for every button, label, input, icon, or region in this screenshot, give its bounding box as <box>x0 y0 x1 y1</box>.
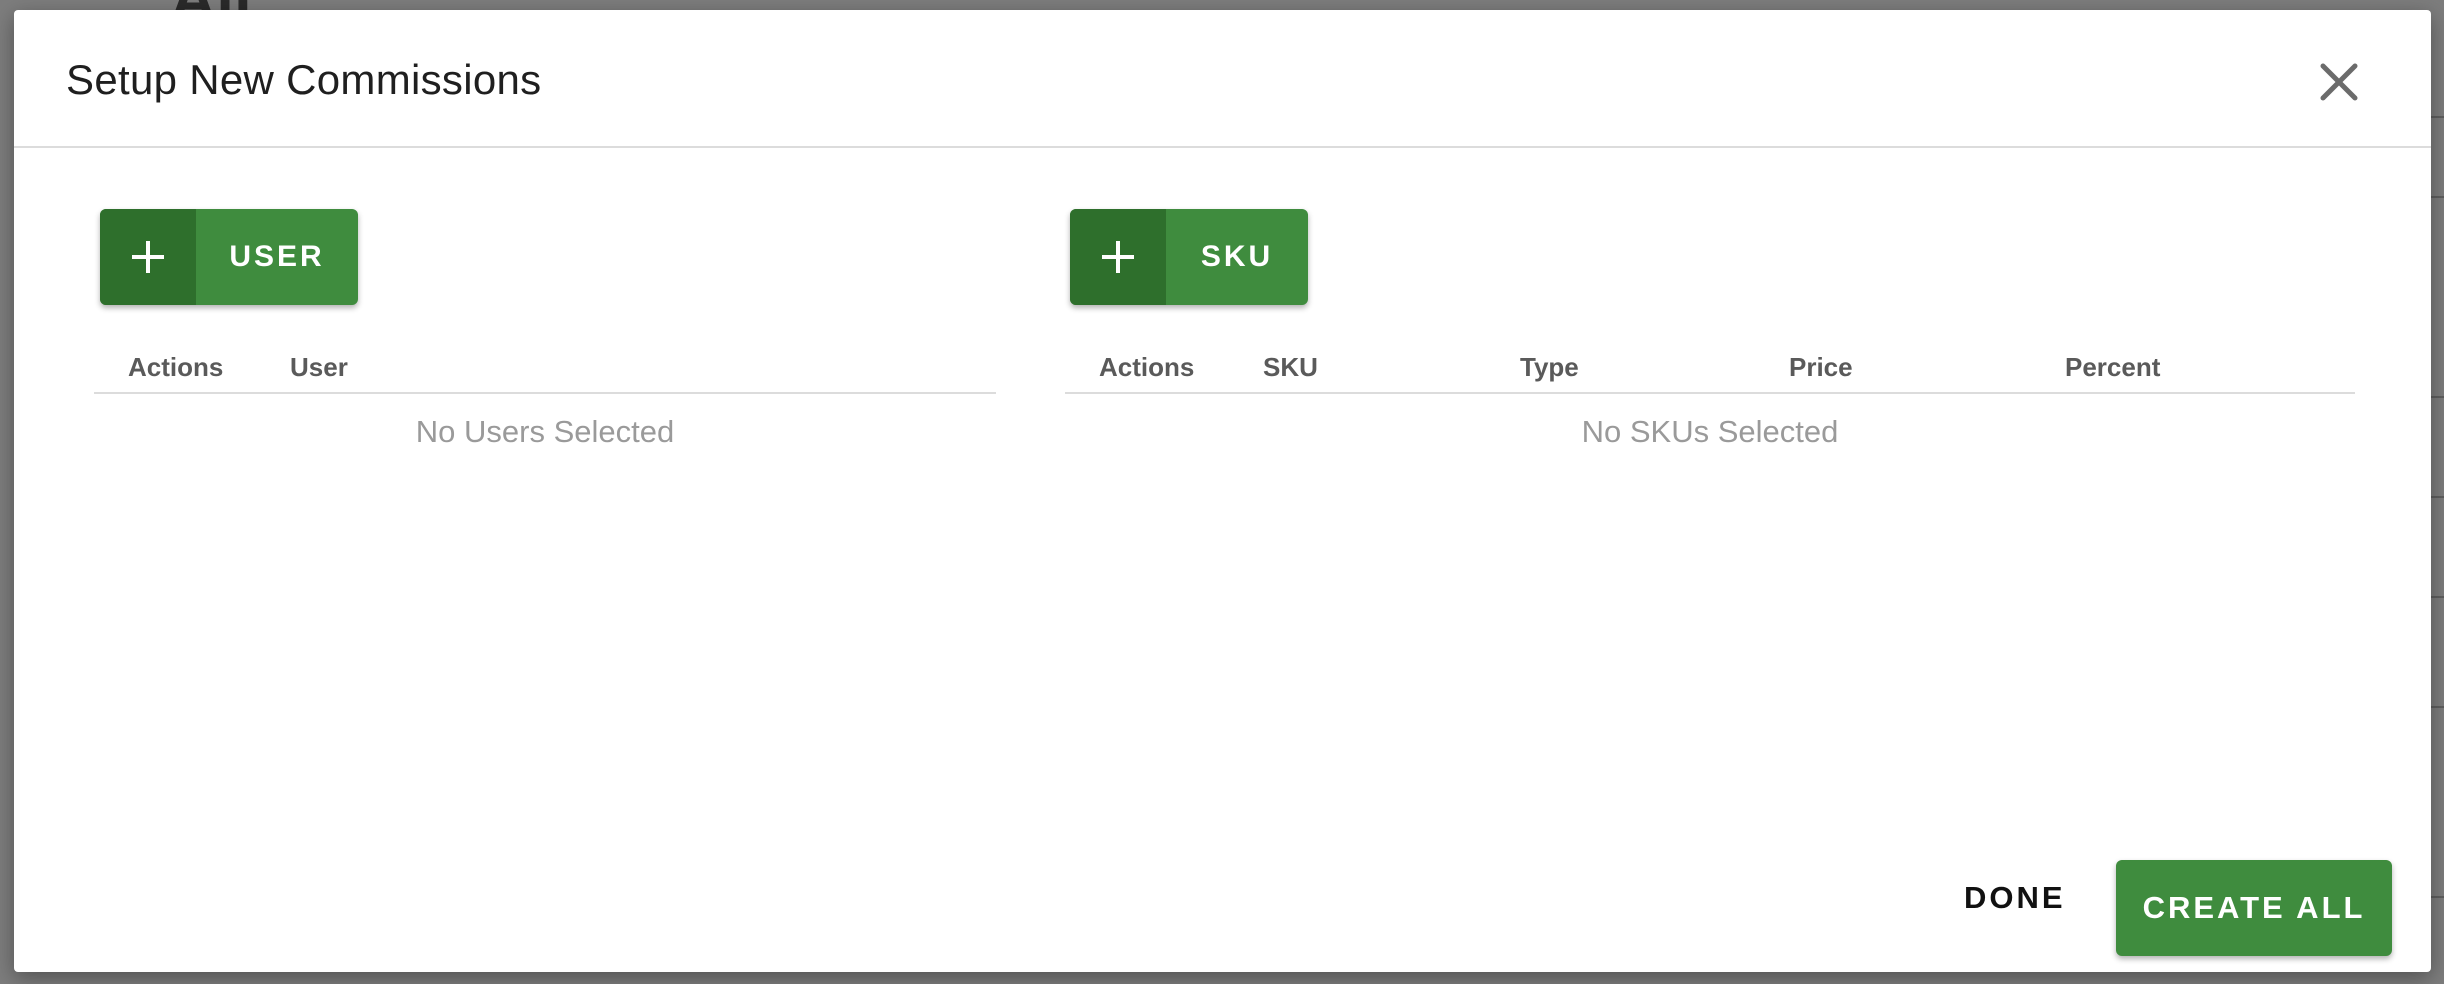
column-header-user: User <box>290 352 348 382</box>
close-icon[interactable] <box>2317 60 2361 104</box>
users-table: Actions User No Users Selected <box>94 340 996 450</box>
skus-empty-message: No SKUs Selected <box>1581 414 1839 449</box>
background-divider <box>2430 896 2444 898</box>
add-sku-button[interactable]: SKU <box>1070 209 1308 305</box>
dialog-header: Setup New Commissions <box>14 10 2431 148</box>
add-sku-label: SKU <box>1200 240 1274 273</box>
users-empty-message: No Users Selected <box>415 414 675 449</box>
done-button[interactable]: DONE <box>1964 880 2066 916</box>
column-header-actions: Actions <box>1099 352 1195 382</box>
background-divider <box>2430 116 2444 118</box>
column-header-sku: SKU <box>1263 352 1318 382</box>
skus-table: Actions SKU Type Price Percent No SKUs S… <box>1065 340 2355 450</box>
skus-table-header: Actions SKU Type Price Percent <box>1065 340 2355 394</box>
column-header-actions: Actions <box>128 352 224 382</box>
background-divider <box>2430 706 2444 708</box>
background-divider <box>2430 396 2444 398</box>
background-divider <box>2430 596 2444 598</box>
create-all-button[interactable]: CREATE ALL <box>2116 860 2392 956</box>
column-header-percent: Percent <box>2065 352 2161 382</box>
add-user-label: USER <box>229 240 325 273</box>
plus-icon <box>100 209 196 305</box>
setup-commissions-dialog: Setup New Commissions USER SKU Actions U… <box>14 10 2431 972</box>
plus-icon <box>1070 209 1166 305</box>
users-table-header: Actions User <box>94 340 996 394</box>
background-divider <box>2430 196 2444 198</box>
column-header-type: Type <box>1520 352 1579 382</box>
background-divider <box>2430 496 2444 498</box>
dialog-title: Setup New Commissions <box>66 56 542 103</box>
column-header-price: Price <box>1789 352 1853 382</box>
add-user-button[interactable]: USER <box>100 209 358 305</box>
